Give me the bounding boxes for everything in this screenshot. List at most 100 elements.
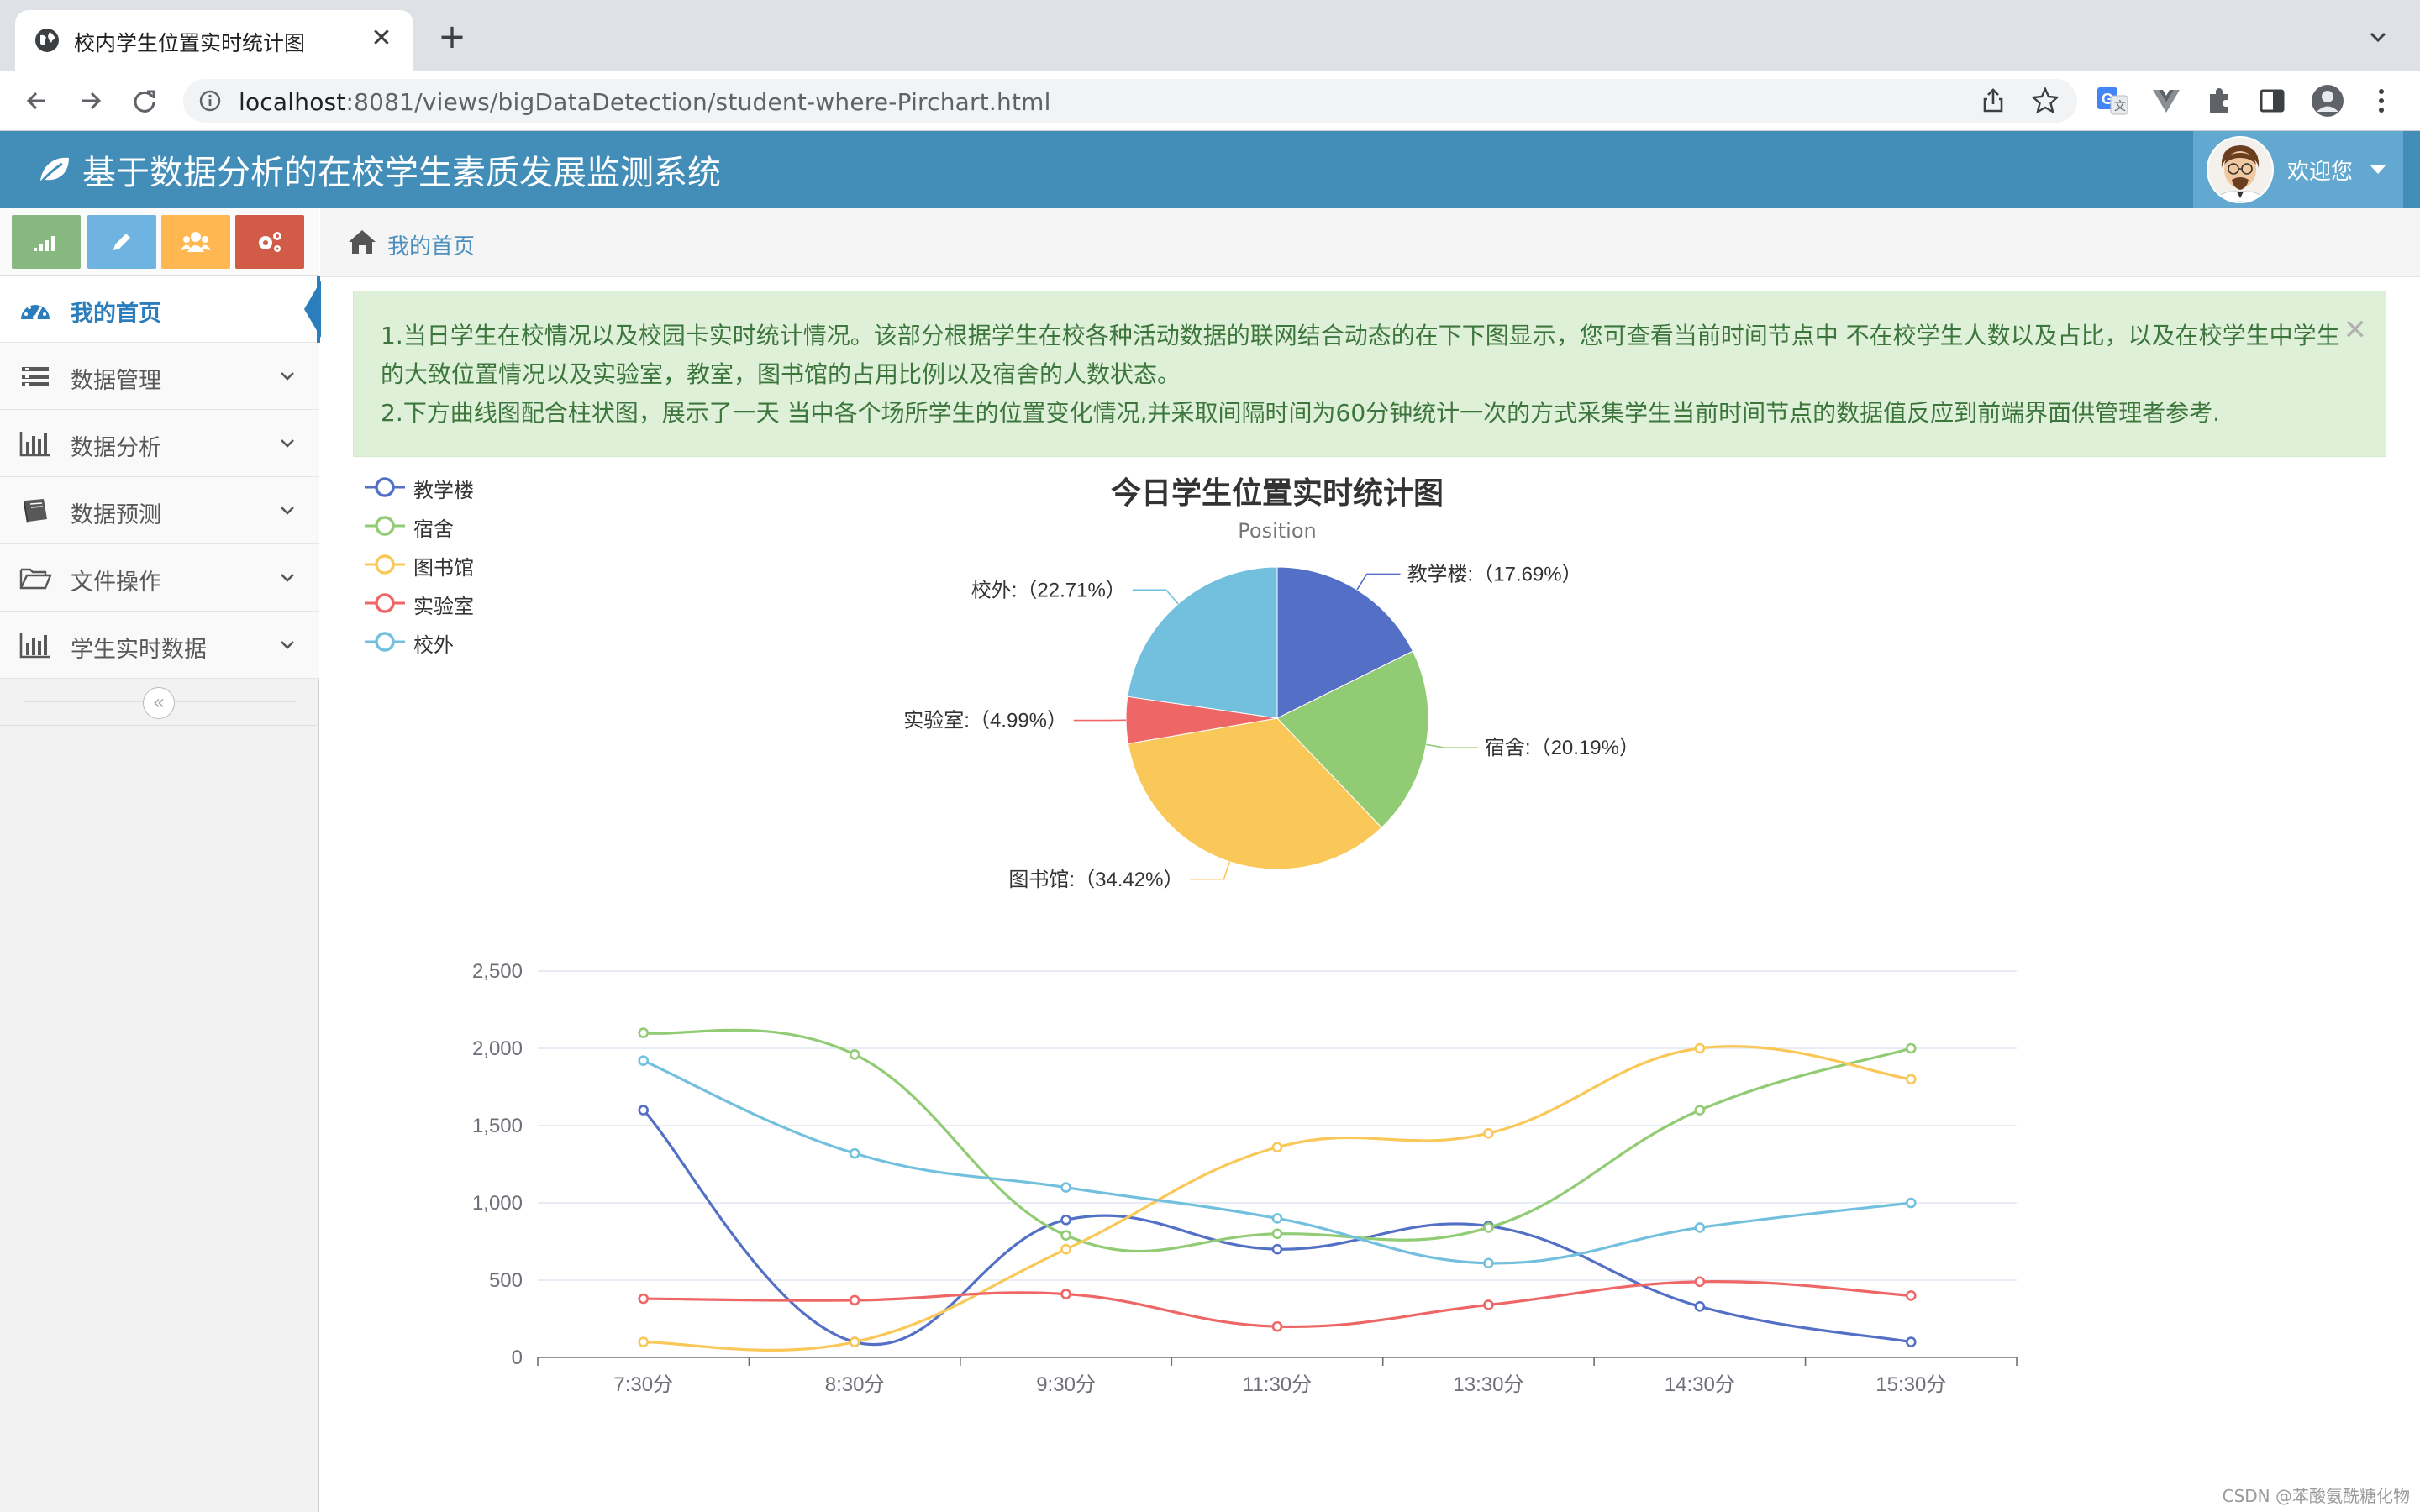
bar-chart-icon [19,633,50,659]
data-point[interactable] [1271,1228,1283,1240]
series-line[interactable] [643,1044,1912,1352]
pie-label: 宿舍:（20.19%） [1485,737,1639,759]
data-point[interactable] [1483,1127,1494,1139]
data-point[interactable] [1694,1276,1706,1288]
data-point[interactable] [1060,1182,1071,1193]
collapse-sidebar-icon[interactable]: « [143,687,175,719]
shortcut-stats-button[interactable] [12,215,81,269]
data-point[interactable] [1060,1230,1071,1241]
reload-icon[interactable] [126,82,163,119]
y-tick-label: 500 [489,1269,523,1292]
forward-icon[interactable] [72,82,109,119]
share-icon[interactable] [1978,86,2008,116]
browser-tab[interactable]: 校内学生位置实时统计图 ✕ [15,10,413,71]
legend-item[interactable]: 教学楼 [363,469,531,502]
url-text: localhost:8081/views/bigDataDetection/st… [239,88,1051,116]
data-point[interactable] [638,1105,650,1116]
data-point[interactable] [638,1293,650,1305]
data-point[interactable] [1483,1257,1494,1269]
x-tick-label: 11:30分 [1243,1373,1312,1396]
pie-label: 图书馆:（34.42%） [1008,869,1183,891]
tab-search-chevron-icon[interactable] [2363,22,2393,52]
legend-item[interactable]: 实验室 [363,585,531,618]
data-point[interactable] [1271,1320,1283,1332]
data-point[interactable] [1271,1142,1283,1153]
series-line[interactable] [643,1280,1912,1329]
data-point[interactable] [1905,1197,1917,1209]
pencil-icon [113,234,130,250]
chevron-down-icon [281,574,294,582]
sidebar-item-file-operations[interactable]: 文件操作 [0,544,319,612]
extensions-puzzle-icon[interactable] [2202,82,2238,119]
data-point[interactable] [1271,1213,1283,1224]
data-point[interactable] [1060,1289,1071,1299]
welcome-text: 欢迎您 [2287,160,2354,185]
data-point[interactable] [849,1294,860,1306]
data-point[interactable] [638,1027,650,1038]
active-arrow-icon [304,281,321,338]
shortcut-edit-button[interactable] [87,215,156,269]
user-menu[interactable]: 欢迎您 [2193,131,2403,208]
data-point[interactable] [1483,1222,1494,1233]
list-icon [22,367,49,386]
shortcut-users-button[interactable] [161,215,230,269]
legend-item[interactable]: 图书馆 [363,546,531,580]
data-point[interactable] [1694,1042,1706,1054]
sidebar-item-label: 文件操作 [71,570,161,596]
data-point[interactable] [1694,1300,1706,1312]
legend-item[interactable]: 宿舍 [363,507,531,541]
chevron-down-icon [281,439,294,448]
address-bar[interactable]: localhost:8081/views/bigDataDetection/st… [183,79,2077,123]
data-point[interactable] [1694,1222,1706,1233]
browser-menu-icon[interactable] [2363,82,2400,119]
data-point[interactable] [1905,1042,1917,1054]
data-point[interactable] [849,1336,860,1347]
data-point[interactable] [1905,1336,1917,1347]
back-icon[interactable] [18,82,55,119]
pie-label-line [1426,743,1478,748]
data-point[interactable] [849,1049,860,1060]
data-point[interactable] [1694,1105,1706,1116]
sidebar-item-data-prediction[interactable]: 数据预测 [0,477,319,544]
data-point[interactable] [1060,1214,1071,1226]
data-point[interactable] [1060,1243,1071,1255]
data-point[interactable] [849,1147,860,1159]
line-chart: 0 500 1,000 1,500 2,000 2,500 7:30分 8:30分 9:30分 1… [472,960,2018,1396]
sidebar-item-data-management[interactable]: 数据管理 [0,343,319,410]
x-tick-label: 8:30分 [825,1373,885,1396]
sidebar-item-data-analysis[interactable]: 数据分析 [0,410,319,477]
side-panel-icon[interactable] [2254,82,2291,119]
pie-chart: 教学楼:（17.69%） 宿舍:（20.19%） 图书馆:（34.42%） 实验室:（… [903,563,1639,891]
data-point[interactable] [638,1055,650,1067]
x-tick-label: 7:30分 [613,1373,673,1396]
home-icon[interactable] [347,228,377,255]
pie-label-line [1356,573,1401,591]
info-alert: 1.当日学生在校情况以及校园卡实时统计情况。该部分根据学生在校各种活动数据的联网… [353,291,2386,457]
url-path: :8081/views/bigDataDetection/student-whe… [345,88,1051,116]
breadcrumb-home-link[interactable]: 我的首页 [387,229,475,260]
legend-marker [365,516,405,536]
new-tab-button[interactable]: + [434,18,471,55]
sidebar-item-label: 数据分析 [71,435,161,461]
legend-item[interactable]: 校外 [363,623,531,657]
sidebar-item-student-realtime[interactable]: 学生实时数据 [0,612,319,679]
profile-avatar-icon[interactable] [2309,82,2346,119]
pie-label-line [1190,861,1231,880]
bookmark-star-icon[interactable] [2030,86,2060,116]
data-point[interactable] [1905,1074,1917,1085]
google-translate-icon[interactable]: G 文 [2094,82,2131,119]
shortcut-settings-button[interactable] [235,215,304,269]
sidebar-item-label: 学生实时数据 [71,637,207,663]
info-icon[interactable] [198,89,222,113]
data-point[interactable] [638,1336,650,1347]
data-point[interactable] [1483,1299,1494,1310]
sidebar-item-home[interactable]: 我的首页 [0,276,321,343]
legend-marker [365,554,405,575]
alert-close-icon[interactable]: ✕ [2344,313,2368,347]
vue-devtools-icon[interactable] [2148,82,2185,119]
tab-close-icon[interactable]: ✕ [365,22,398,55]
brand[interactable]: 基于数据分析的在校学生素质发展监测系统 [37,146,721,193]
legend-marker [365,632,405,652]
data-point[interactable] [1271,1243,1283,1255]
data-point[interactable] [1905,1290,1917,1301]
